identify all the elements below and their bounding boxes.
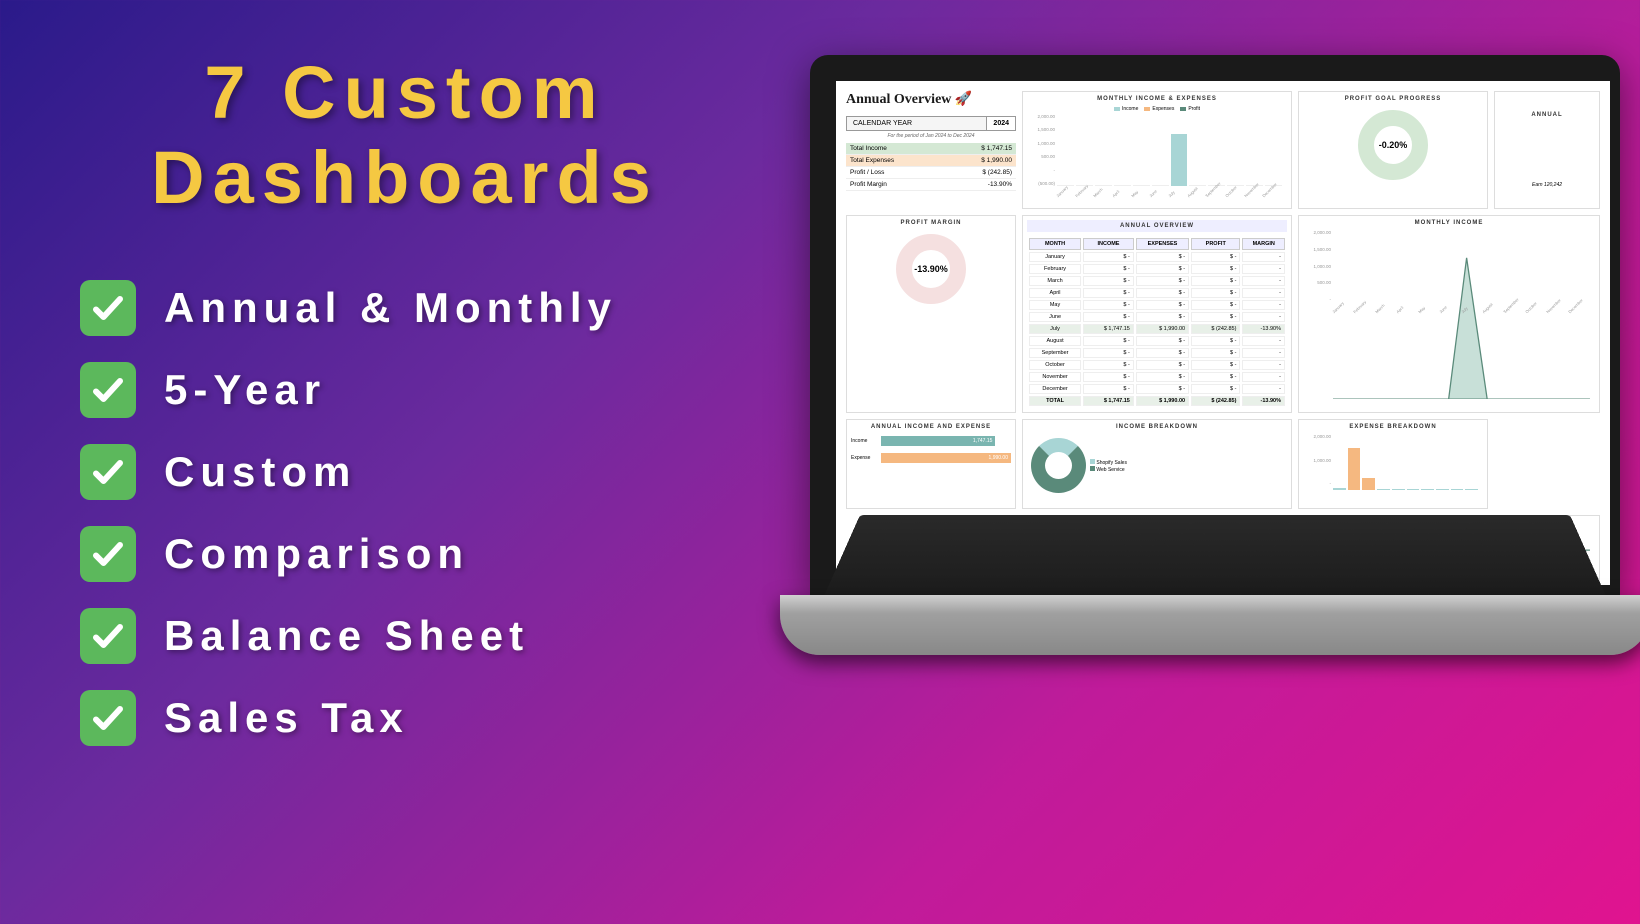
profit-margin-card: PROFIT MARGIN -13.90% xyxy=(846,215,1016,413)
dashboard-title: Annual Overview 🚀 xyxy=(846,91,1016,108)
feature-label: Annual & Monthly xyxy=(164,284,617,332)
laptop-mockup: Annual Overview 🚀 CALENDAR YEAR 2024 For… xyxy=(780,55,1640,655)
annual-goal-partial: ANNUAL Earn 120,242 xyxy=(1494,91,1600,209)
check-icon xyxy=(80,362,136,418)
overview-block: Annual Overview 🚀 CALENDAR YEAR 2024 For… xyxy=(846,91,1016,209)
feature-label: Custom xyxy=(164,448,356,496)
check-icon xyxy=(80,526,136,582)
feature-item: Sales Tax xyxy=(80,690,730,746)
feature-item: 5-Year xyxy=(80,362,730,418)
annual-income-expense-bars: ANNUAL INCOME AND EXPENSE Income1,747.15… xyxy=(846,419,1016,509)
summary-row: Total Income$ 1,747.15 xyxy=(846,143,1016,155)
profit-goal-progress: PROFIT GOAL PROGRESS -0.20% xyxy=(1298,91,1488,209)
summary-row: Profit Margin-13.90% xyxy=(846,179,1016,191)
annual-overview-table: ANNUAL OVERVIEW MONTHINCOMEEXPENSESPROFI… xyxy=(1022,215,1292,413)
check-icon xyxy=(80,280,136,336)
feature-label: Sales Tax xyxy=(164,694,409,742)
hero-title: 7 Custom Dashboards xyxy=(80,50,730,220)
feature-label: Comparison xyxy=(164,530,469,578)
feature-list: Annual & Monthly 5-Year Custom Comparison Ba… xyxy=(80,280,730,746)
summary-row: Total Expenses$ 1,990.00 xyxy=(846,155,1016,167)
expense-breakdown-chart: EXPENSE BREAKDOWN 2,000.001,000.00- xyxy=(1298,419,1488,509)
feature-item: Custom xyxy=(80,444,730,500)
calendar-year-selector[interactable]: CALENDAR YEAR 2024 xyxy=(846,116,1016,131)
check-icon xyxy=(80,444,136,500)
check-icon xyxy=(80,690,136,746)
feature-label: 5-Year xyxy=(164,366,326,414)
feature-item: Balance Sheet xyxy=(80,608,730,664)
check-icon xyxy=(80,608,136,664)
feature-label: Balance Sheet xyxy=(164,612,529,660)
monthly-income-chart: MONTHLY INCOME 2,000.001,500.001,000.005… xyxy=(1298,215,1600,413)
monthly-income-expenses-chart: MONTHLY INCOME & EXPENSES Income Expense… xyxy=(1022,91,1292,209)
income-breakdown-chart: INCOME BREAKDOWN Shopify Sales Web Servi… xyxy=(1022,419,1292,509)
feature-item: Annual & Monthly xyxy=(80,280,730,336)
feature-item: Comparison xyxy=(80,526,730,582)
period-note: For the period of Jan 2024 to Dec 2024 xyxy=(846,133,1016,139)
summary-row: Profit / Loss$ (242.85) xyxy=(846,167,1016,179)
